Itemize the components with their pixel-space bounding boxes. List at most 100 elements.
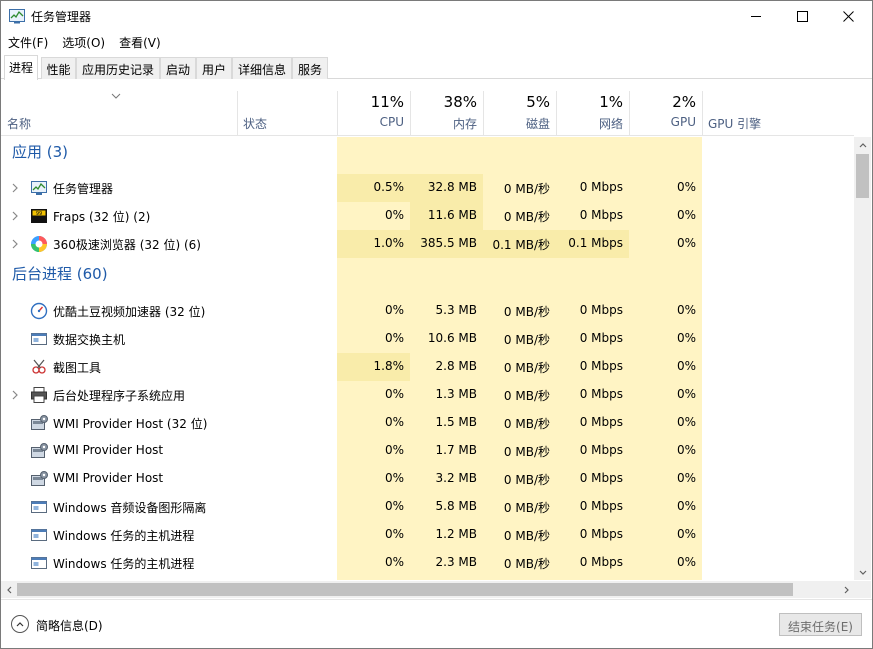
chevron-right-icon[interactable] bbox=[10, 389, 20, 401]
disk-value: 0 MB/秒 bbox=[503, 333, 550, 347]
table-row[interactable]: WMI Provider Host 0% 1.7 MB 0 MB/秒 0 Mbps 0% bbox=[1, 437, 854, 465]
column-memory-label: 内存 bbox=[452, 117, 477, 131]
memory-value: 32.8 MB bbox=[427, 180, 477, 194]
wmi-host-icon bbox=[31, 471, 48, 486]
network-value: 0 Mbps bbox=[579, 555, 623, 569]
menu-bar: 文件(F) 选项(O) 查看(V) bbox=[1, 32, 168, 52]
minimize-icon bbox=[750, 15, 761, 17]
chevron-up-circle-icon[interactable] bbox=[11, 615, 29, 633]
maximize-button[interactable] bbox=[779, 1, 825, 31]
disk-value: 0 MB/秒 bbox=[503, 557, 550, 571]
table-row[interactable]: 后台处理程序子系统应用 0% 1.3 MB 0 MB/秒 0 Mbps 0% bbox=[1, 381, 854, 409]
disk-value: 0 MB/秒 bbox=[503, 361, 550, 375]
group-header-apps[interactable]: 应用 (3) bbox=[1, 137, 854, 165]
cpu-value: 0% bbox=[384, 499, 404, 513]
column-name-label: 名称 bbox=[7, 117, 32, 131]
scroll-up-button[interactable] bbox=[855, 137, 871, 153]
column-disk[interactable]: 5% 磁盘 bbox=[483, 91, 556, 135]
disk-value: 0 MB/秒 bbox=[503, 445, 550, 459]
table-row[interactable]: WMI Provider Host (32 位) 0% 1.5 MB 0 MB/秒 0 … bbox=[1, 409, 854, 437]
memory-value: 1.2 MB bbox=[435, 527, 477, 541]
table-row[interactable]: 360极速浏览器 (32 位) (6) 1.0% 385.5 MB 0.1 MB/秒 0… bbox=[1, 230, 854, 258]
table-row[interactable]: 任务管理器 0.5% 32.8 MB 0 MB/秒 0 Mbps 0% bbox=[1, 174, 854, 202]
process-name: WMI Provider Host bbox=[53, 443, 164, 457]
column-network[interactable]: 1% 网络 bbox=[556, 91, 629, 135]
cpu-value: 0% bbox=[384, 471, 404, 485]
minimize-button[interactable] bbox=[733, 1, 779, 31]
scroll-right-button[interactable] bbox=[838, 582, 854, 598]
process-name: Windows 音频设备图形隔离 bbox=[53, 501, 207, 515]
title-bar[interactable]: 任务管理器 bbox=[1, 1, 872, 31]
network-value: 0 Mbps bbox=[579, 331, 623, 345]
tab-startup[interactable]: 启动 bbox=[160, 57, 196, 79]
cpu-value: 1.0% bbox=[373, 236, 405, 250]
scroll-down-button[interactable] bbox=[855, 564, 871, 580]
network-value: 0.1 Mbps bbox=[568, 236, 623, 250]
table-row[interactable]: 截图工具 1.8% 2.8 MB 0 MB/秒 0 Mbps 0% bbox=[1, 353, 854, 381]
tab-services[interactable]: 服务 bbox=[292, 57, 328, 79]
process-name: Windows 任务的主机进程 bbox=[53, 529, 195, 543]
column-status[interactable]: 状态 bbox=[237, 91, 337, 135]
column-gpu-engine[interactable]: GPU 引擎 bbox=[702, 91, 854, 135]
horizontal-scrollbar[interactable] bbox=[1, 581, 871, 598]
network-value: 0 Mbps bbox=[579, 471, 623, 485]
cpu-value: 1.8% bbox=[373, 359, 405, 373]
cpu-value: 0% bbox=[384, 443, 404, 457]
table-row[interactable]: Windows 任务的主机进程 0% 1.2 MB 0 MB/秒 0 Mbps 0% bbox=[1, 521, 854, 549]
chevron-left-icon bbox=[6, 586, 11, 594]
menu-view[interactable]: 查看(V) bbox=[112, 32, 168, 52]
column-memory[interactable]: 38% 内存 bbox=[410, 91, 483, 135]
column-cpu[interactable]: 11% CPU bbox=[337, 91, 410, 135]
horizontal-scroll-thumb[interactable] bbox=[17, 583, 793, 596]
process-name: 优酷土豆视频加速器 (32 位) bbox=[53, 305, 206, 319]
window-title: 任务管理器 bbox=[31, 10, 92, 24]
maximize-icon bbox=[796, 10, 808, 22]
table-row[interactable]: 数据交换主机 0% 10.6 MB 0 MB/秒 0 Mbps 0% bbox=[1, 325, 854, 353]
column-gpu[interactable]: 2% GPU bbox=[629, 91, 702, 135]
scroll-left-button[interactable] bbox=[1, 582, 17, 598]
table-row[interactable]: WMI Provider Host 0% 3.2 MB 0 MB/秒 0 Mbps 0% bbox=[1, 465, 854, 493]
chevron-right-icon[interactable] bbox=[10, 182, 20, 194]
table-row[interactable]: Windows 音频设备图形隔离 0% 5.8 MB 0 MB/秒 0 Mbps 0% bbox=[1, 493, 854, 521]
gpu-value: 0% bbox=[676, 499, 696, 513]
fewer-details-link[interactable]: 简略信息(D) bbox=[36, 617, 103, 634]
end-task-button[interactable]: 结束任务(E) bbox=[779, 613, 862, 636]
tab-bar: 进程 性能 应用历史记录 启动 用户 详细信息 服务 bbox=[1, 55, 872, 80]
table-row[interactable]: 优酷土豆视频加速器 (32 位) 0% 5.3 MB 0 MB/秒 0 Mbps 0% bbox=[1, 297, 854, 325]
column-name[interactable]: 名称 bbox=[1, 91, 237, 135]
chevron-right-icon[interactable] bbox=[10, 238, 20, 250]
close-button[interactable] bbox=[825, 1, 871, 31]
tab-app-history[interactable]: 应用历史记录 bbox=[76, 57, 160, 79]
memory-value: 1.7 MB bbox=[435, 443, 477, 457]
svg-text:99: 99 bbox=[36, 211, 42, 217]
taskmgr-icon bbox=[31, 181, 47, 195]
tab-users[interactable]: 用户 bbox=[196, 57, 232, 79]
table-row[interactable]: Windows 任务的主机进程 0% 2.3 MB 0 MB/秒 0 Mbps 0% bbox=[1, 549, 854, 577]
disk-value: 0 MB/秒 bbox=[503, 417, 550, 431]
menu-file[interactable]: 文件(F) bbox=[1, 32, 55, 52]
tab-performance[interactable]: 性能 bbox=[41, 57, 76, 79]
gpu-total-percent: 2% bbox=[672, 93, 696, 111]
vertical-scrollbar[interactable] bbox=[854, 137, 871, 580]
cpu-value: 0% bbox=[384, 555, 404, 569]
wmi-host-icon bbox=[31, 443, 48, 458]
printer-icon bbox=[31, 387, 47, 403]
tab-details[interactable]: 详细信息 bbox=[232, 57, 292, 79]
gpu-value: 0% bbox=[676, 443, 696, 457]
gpu-value: 0% bbox=[676, 527, 696, 541]
vertical-scroll-thumb[interactable] bbox=[856, 154, 869, 198]
process-name: WMI Provider Host bbox=[53, 471, 164, 485]
network-total-percent: 1% bbox=[599, 93, 623, 111]
tab-processes[interactable]: 进程 bbox=[4, 55, 38, 80]
table-row[interactable]: 99 Fraps (32 位) (2) 0% 11.6 MB 0 MB/秒 0 Mbps 0… bbox=[1, 202, 854, 230]
menu-options[interactable]: 选项(O) bbox=[55, 32, 112, 52]
group-header-background[interactable]: 后台进程 (60) bbox=[1, 259, 854, 287]
chevron-down-icon bbox=[859, 570, 867, 575]
gpu-value: 0% bbox=[676, 180, 696, 194]
disk-value: 0 MB/秒 bbox=[503, 389, 550, 403]
memory-value: 2.8 MB bbox=[435, 359, 477, 373]
chevron-right-icon[interactable] bbox=[10, 210, 20, 222]
window-app-icon bbox=[31, 557, 47, 569]
column-cpu-label: CPU bbox=[379, 115, 404, 129]
process-list: 应用 (3) 后台进程 (60) 任务管理器 0.5% 32.8 MB 0 MB/秒 0… bbox=[1, 137, 854, 580]
